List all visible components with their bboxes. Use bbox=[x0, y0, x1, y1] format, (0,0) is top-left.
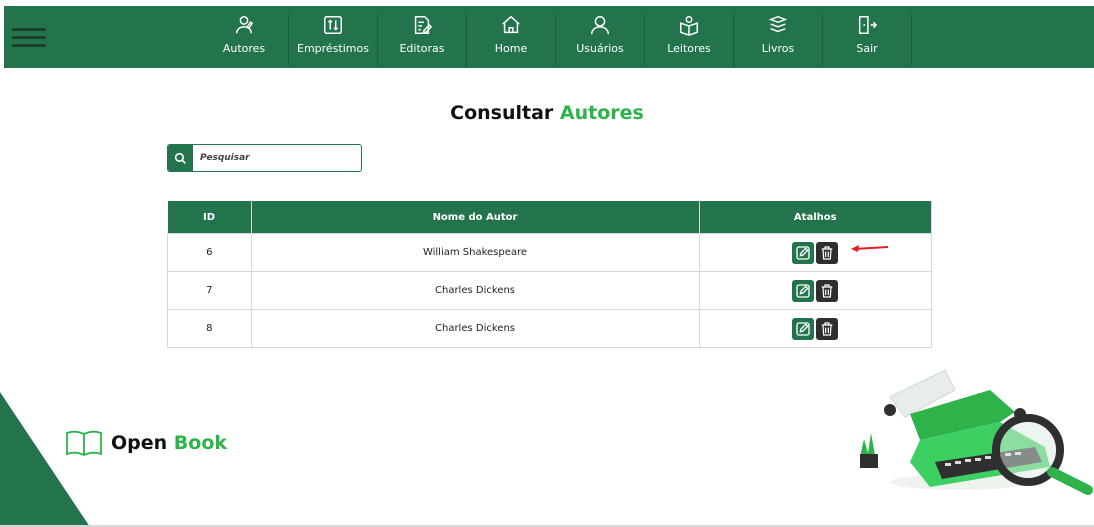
trash-icon bbox=[821, 321, 833, 336]
cell-id: 7 bbox=[167, 271, 252, 310]
edit-icon bbox=[796, 321, 810, 336]
table-header-row: ID Nome do Autor Atalhos bbox=[167, 201, 932, 234]
loans-icon bbox=[324, 16, 342, 34]
nav-label: Home bbox=[494, 42, 528, 55]
cell-actions bbox=[698, 233, 932, 272]
search-box bbox=[167, 144, 362, 172]
nav-item-usuarios[interactable]: Usuários bbox=[556, 14, 645, 66]
search-icon[interactable] bbox=[168, 145, 193, 171]
edit-icon bbox=[796, 283, 810, 298]
edit-icon bbox=[796, 245, 810, 260]
cell-name: William Shakespeare bbox=[250, 233, 700, 272]
column-header-id: ID bbox=[167, 201, 252, 234]
publishers-icon bbox=[414, 16, 433, 34]
top-navbar: Autores Empréstimos Editoras Home Usuári… bbox=[4, 6, 1094, 68]
trash-icon bbox=[821, 283, 833, 298]
logo-text-accent: Book bbox=[173, 432, 228, 454]
nav-item-autores[interactable]: Autores bbox=[200, 14, 289, 66]
nav-item-editoras[interactable]: Editoras bbox=[378, 14, 467, 66]
cell-name: Charles Dickens bbox=[250, 309, 700, 348]
table-row: 6 William Shakespeare bbox=[167, 233, 932, 272]
cell-id: 6 bbox=[167, 233, 252, 272]
book-icon bbox=[66, 430, 102, 456]
page-title: Consultar Autores bbox=[0, 102, 1094, 124]
column-header-name: Nome do Autor bbox=[251, 201, 700, 234]
cell-actions bbox=[698, 309, 932, 348]
nav-item-sair[interactable]: Sair bbox=[823, 14, 912, 66]
logout-icon bbox=[858, 16, 878, 34]
home-icon bbox=[502, 15, 520, 34]
cell-name: Charles Dickens bbox=[250, 271, 700, 310]
nav-label: Empréstimos bbox=[297, 42, 369, 55]
typewriter-magnifier-illustration bbox=[860, 369, 1093, 495]
red-arrow-indicator bbox=[851, 245, 889, 252]
nav-label: Leitores bbox=[667, 42, 711, 55]
cell-id: 8 bbox=[167, 309, 252, 348]
authors-icon bbox=[235, 16, 254, 34]
nav-item-leitores[interactable]: Leitores bbox=[645, 14, 734, 66]
column-header-actions: Atalhos bbox=[699, 201, 932, 234]
footer-corner-shape bbox=[0, 392, 90, 527]
logo-text: Open Book bbox=[111, 432, 227, 454]
edit-button[interactable] bbox=[792, 279, 815, 302]
delete-button[interactable] bbox=[816, 279, 839, 302]
page-title-accent: Autores bbox=[559, 102, 644, 124]
delete-button[interactable] bbox=[816, 317, 839, 340]
main-nav: Autores Empréstimos Editoras Home Usuári… bbox=[200, 14, 912, 66]
edit-button[interactable] bbox=[792, 317, 815, 340]
delete-button[interactable] bbox=[816, 241, 839, 264]
hamburger-menu-icon[interactable] bbox=[12, 26, 48, 50]
nav-label: Usuários bbox=[576, 42, 624, 55]
user-icon bbox=[591, 16, 609, 35]
table-row: 7 Charles Dickens bbox=[167, 271, 932, 310]
edit-button[interactable] bbox=[792, 241, 815, 264]
table-row: 8 Charles Dickens bbox=[167, 309, 932, 348]
nav-item-home[interactable]: Home bbox=[467, 14, 556, 66]
nav-item-livros[interactable]: Livros bbox=[734, 14, 823, 66]
readers-icon bbox=[680, 16, 698, 36]
nav-label: Livros bbox=[761, 42, 795, 55]
page-title-main: Consultar bbox=[450, 102, 554, 124]
authors-table: ID Nome do Autor Atalhos 6 William Shake… bbox=[167, 201, 932, 348]
open-book-logo: Open Book bbox=[65, 429, 227, 457]
logo-text-main: Open bbox=[111, 432, 168, 454]
books-icon bbox=[768, 15, 788, 33]
nav-label: Editoras bbox=[399, 42, 445, 55]
nav-item-emprestimos[interactable]: Empréstimos bbox=[289, 14, 378, 66]
trash-icon bbox=[821, 245, 833, 260]
cell-actions bbox=[698, 271, 932, 310]
nav-label: Autores bbox=[222, 42, 266, 55]
nav-label: Sair bbox=[856, 42, 878, 55]
search-input[interactable] bbox=[198, 147, 357, 169]
